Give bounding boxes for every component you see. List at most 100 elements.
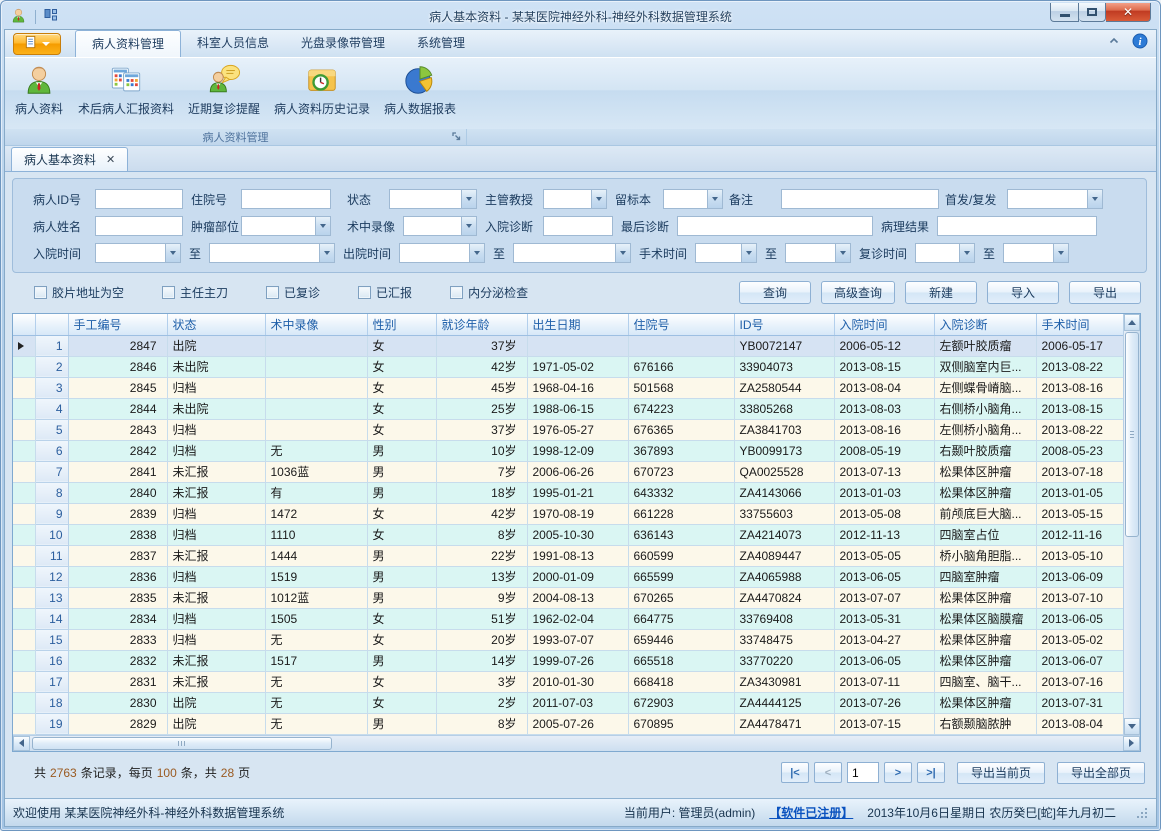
table-row[interactable]: 52843归档女37岁1976-05-27676365ZA38417032013… bbox=[13, 419, 1123, 440]
cell-surgery-video[interactable]: 1012蓝 bbox=[265, 587, 367, 608]
cell-admission-diagnosis[interactable]: 松果体区肿瘤 bbox=[934, 650, 1036, 671]
cell-visit-age[interactable]: 25岁 bbox=[436, 398, 527, 419]
cell-admission-date[interactable]: 2008-05-19 bbox=[834, 440, 934, 461]
cell-manual-no[interactable]: 2845 bbox=[68, 377, 167, 398]
query-button[interactable]: 查询 bbox=[739, 281, 811, 304]
cell-birth-date[interactable] bbox=[527, 335, 628, 356]
cell-status[interactable]: 归档 bbox=[167, 629, 265, 650]
row-number[interactable]: 4 bbox=[35, 398, 68, 419]
search-input-admission-no[interactable] bbox=[241, 189, 331, 209]
search-combo-revisit-date-to[interactable] bbox=[1003, 243, 1069, 263]
table-row[interactable]: 102838归档1110女8岁2005-10-30636143ZA4214073… bbox=[13, 524, 1123, 545]
cell-manual-no[interactable]: 2829 bbox=[68, 713, 167, 734]
column-header-manual-no[interactable]: 手工编号 bbox=[68, 314, 167, 335]
cell-status[interactable]: 归档 bbox=[167, 440, 265, 461]
search-combo-specimen[interactable] bbox=[663, 189, 723, 209]
cell-birth-date[interactable]: 2004-08-13 bbox=[527, 587, 628, 608]
cell-status[interactable]: 归档 bbox=[167, 566, 265, 587]
minimize-button[interactable] bbox=[1050, 3, 1079, 22]
cell-visit-age[interactable]: 45岁 bbox=[436, 377, 527, 398]
maximize-button[interactable] bbox=[1079, 3, 1106, 22]
chevron-down-icon[interactable] bbox=[707, 190, 722, 208]
cell-visit-age[interactable]: 13岁 bbox=[436, 566, 527, 587]
search-combo-status[interactable] bbox=[389, 189, 477, 209]
cell-admission-no[interactable]: 670895 bbox=[628, 713, 734, 734]
cell-birth-date[interactable]: 2010-01-30 bbox=[527, 671, 628, 692]
scroll-right-button[interactable] bbox=[1123, 736, 1140, 751]
cell-visit-age[interactable]: 20岁 bbox=[436, 629, 527, 650]
row-selector-cell[interactable] bbox=[13, 650, 35, 671]
search-combo-admission-date-to[interactable] bbox=[209, 243, 335, 263]
row-number[interactable]: 5 bbox=[35, 419, 68, 440]
row-number[interactable]: 3 bbox=[35, 377, 68, 398]
row-selector-cell[interactable] bbox=[13, 713, 35, 734]
app-logo-icon[interactable] bbox=[10, 7, 27, 27]
cell-admission-diagnosis[interactable]: 右侧桥小脑角... bbox=[934, 398, 1036, 419]
cell-id-no[interactable]: 33748475 bbox=[734, 629, 834, 650]
ribbon-button-postop-report[interactable]: 术后病人汇报资料 bbox=[71, 61, 181, 129]
cell-admission-diagnosis[interactable]: 四脑室、脑干... bbox=[934, 671, 1036, 692]
cell-admission-no[interactable]: 668418 bbox=[628, 671, 734, 692]
cell-id-no[interactable]: ZA4444125 bbox=[734, 692, 834, 713]
row-selector-cell[interactable] bbox=[13, 335, 35, 356]
cell-visit-age[interactable]: 42岁 bbox=[436, 503, 527, 524]
chevron-down-icon[interactable] bbox=[461, 190, 476, 208]
quick-access-toolbar-icon[interactable] bbox=[44, 8, 58, 25]
chevron-down-icon[interactable] bbox=[835, 244, 850, 262]
chevron-down-icon[interactable] bbox=[615, 244, 630, 262]
cell-gender[interactable]: 男 bbox=[367, 650, 436, 671]
cell-gender[interactable]: 男 bbox=[367, 566, 436, 587]
cell-admission-date[interactable]: 2013-08-15 bbox=[834, 356, 934, 377]
cell-id-no[interactable]: ZA3430981 bbox=[734, 671, 834, 692]
row-number[interactable]: 2 bbox=[35, 356, 68, 377]
application-menu-button[interactable] bbox=[13, 33, 61, 55]
row-number[interactable]: 1 bbox=[35, 335, 68, 356]
cell-status[interactable]: 归档 bbox=[167, 524, 265, 545]
first-page-button[interactable]: |< bbox=[781, 762, 809, 783]
cell-surgery-video[interactable]: 无 bbox=[265, 713, 367, 734]
row-number[interactable]: 10 bbox=[35, 524, 68, 545]
cell-admission-no[interactable]: 672903 bbox=[628, 692, 734, 713]
column-header-admission-diagnosis[interactable]: 入院诊断 bbox=[934, 314, 1036, 335]
row-selector-cell[interactable] bbox=[13, 671, 35, 692]
cell-manual-no[interactable]: 2832 bbox=[68, 650, 167, 671]
column-header-visit-age[interactable]: 就诊年龄 bbox=[436, 314, 527, 335]
cell-surgery-date[interactable]: 2013-08-22 bbox=[1036, 356, 1123, 377]
row-number[interactable]: 12 bbox=[35, 566, 68, 587]
chevron-down-icon[interactable] bbox=[461, 217, 476, 235]
cell-id-no[interactable]: 33755603 bbox=[734, 503, 834, 524]
row-number[interactable]: 16 bbox=[35, 650, 68, 671]
cell-surgery-date[interactable]: 2013-07-16 bbox=[1036, 671, 1123, 692]
cell-status[interactable]: 归档 bbox=[167, 377, 265, 398]
row-selector-cell[interactable] bbox=[13, 524, 35, 545]
cell-admission-date[interactable]: 2013-06-05 bbox=[834, 650, 934, 671]
cell-admission-no[interactable]: 670265 bbox=[628, 587, 734, 608]
search-input-final-diagnosis[interactable] bbox=[677, 216, 873, 236]
cell-admission-no[interactable]: 660599 bbox=[628, 545, 734, 566]
cell-gender[interactable]: 男 bbox=[367, 482, 436, 503]
checkbox-box[interactable] bbox=[162, 286, 175, 299]
cell-visit-age[interactable]: 3岁 bbox=[436, 671, 527, 692]
cell-visit-age[interactable]: 14岁 bbox=[436, 650, 527, 671]
cell-surgery-video[interactable]: 1472 bbox=[265, 503, 367, 524]
cell-admission-diagnosis[interactable]: 右额颞脑脓肿 bbox=[934, 713, 1036, 734]
cell-birth-date[interactable]: 2000-01-09 bbox=[527, 566, 628, 587]
table-row[interactable]: 72841未汇报1036蓝男7岁2006-06-26670723QA002552… bbox=[13, 461, 1123, 482]
row-selector-cell[interactable] bbox=[13, 608, 35, 629]
cell-manual-no[interactable]: 2838 bbox=[68, 524, 167, 545]
row-number[interactable]: 13 bbox=[35, 587, 68, 608]
cell-gender[interactable]: 女 bbox=[367, 356, 436, 377]
cell-surgery-video[interactable] bbox=[265, 398, 367, 419]
cell-manual-no[interactable]: 2830 bbox=[68, 692, 167, 713]
cell-manual-no[interactable]: 2837 bbox=[68, 545, 167, 566]
row-selector-cell[interactable] bbox=[13, 377, 35, 398]
cell-admission-no[interactable]: 643332 bbox=[628, 482, 734, 503]
row-selector-cell[interactable] bbox=[13, 461, 35, 482]
search-input-patient-name[interactable] bbox=[95, 216, 183, 236]
cell-surgery-video[interactable]: 1517 bbox=[265, 650, 367, 671]
row-selector-cell[interactable] bbox=[13, 587, 35, 608]
cell-admission-date[interactable]: 2013-05-05 bbox=[834, 545, 934, 566]
checkbox-chief-surgeon[interactable]: 主任主刀 bbox=[162, 284, 228, 301]
cell-surgery-date[interactable]: 2013-06-07 bbox=[1036, 650, 1123, 671]
cell-manual-no[interactable]: 2840 bbox=[68, 482, 167, 503]
